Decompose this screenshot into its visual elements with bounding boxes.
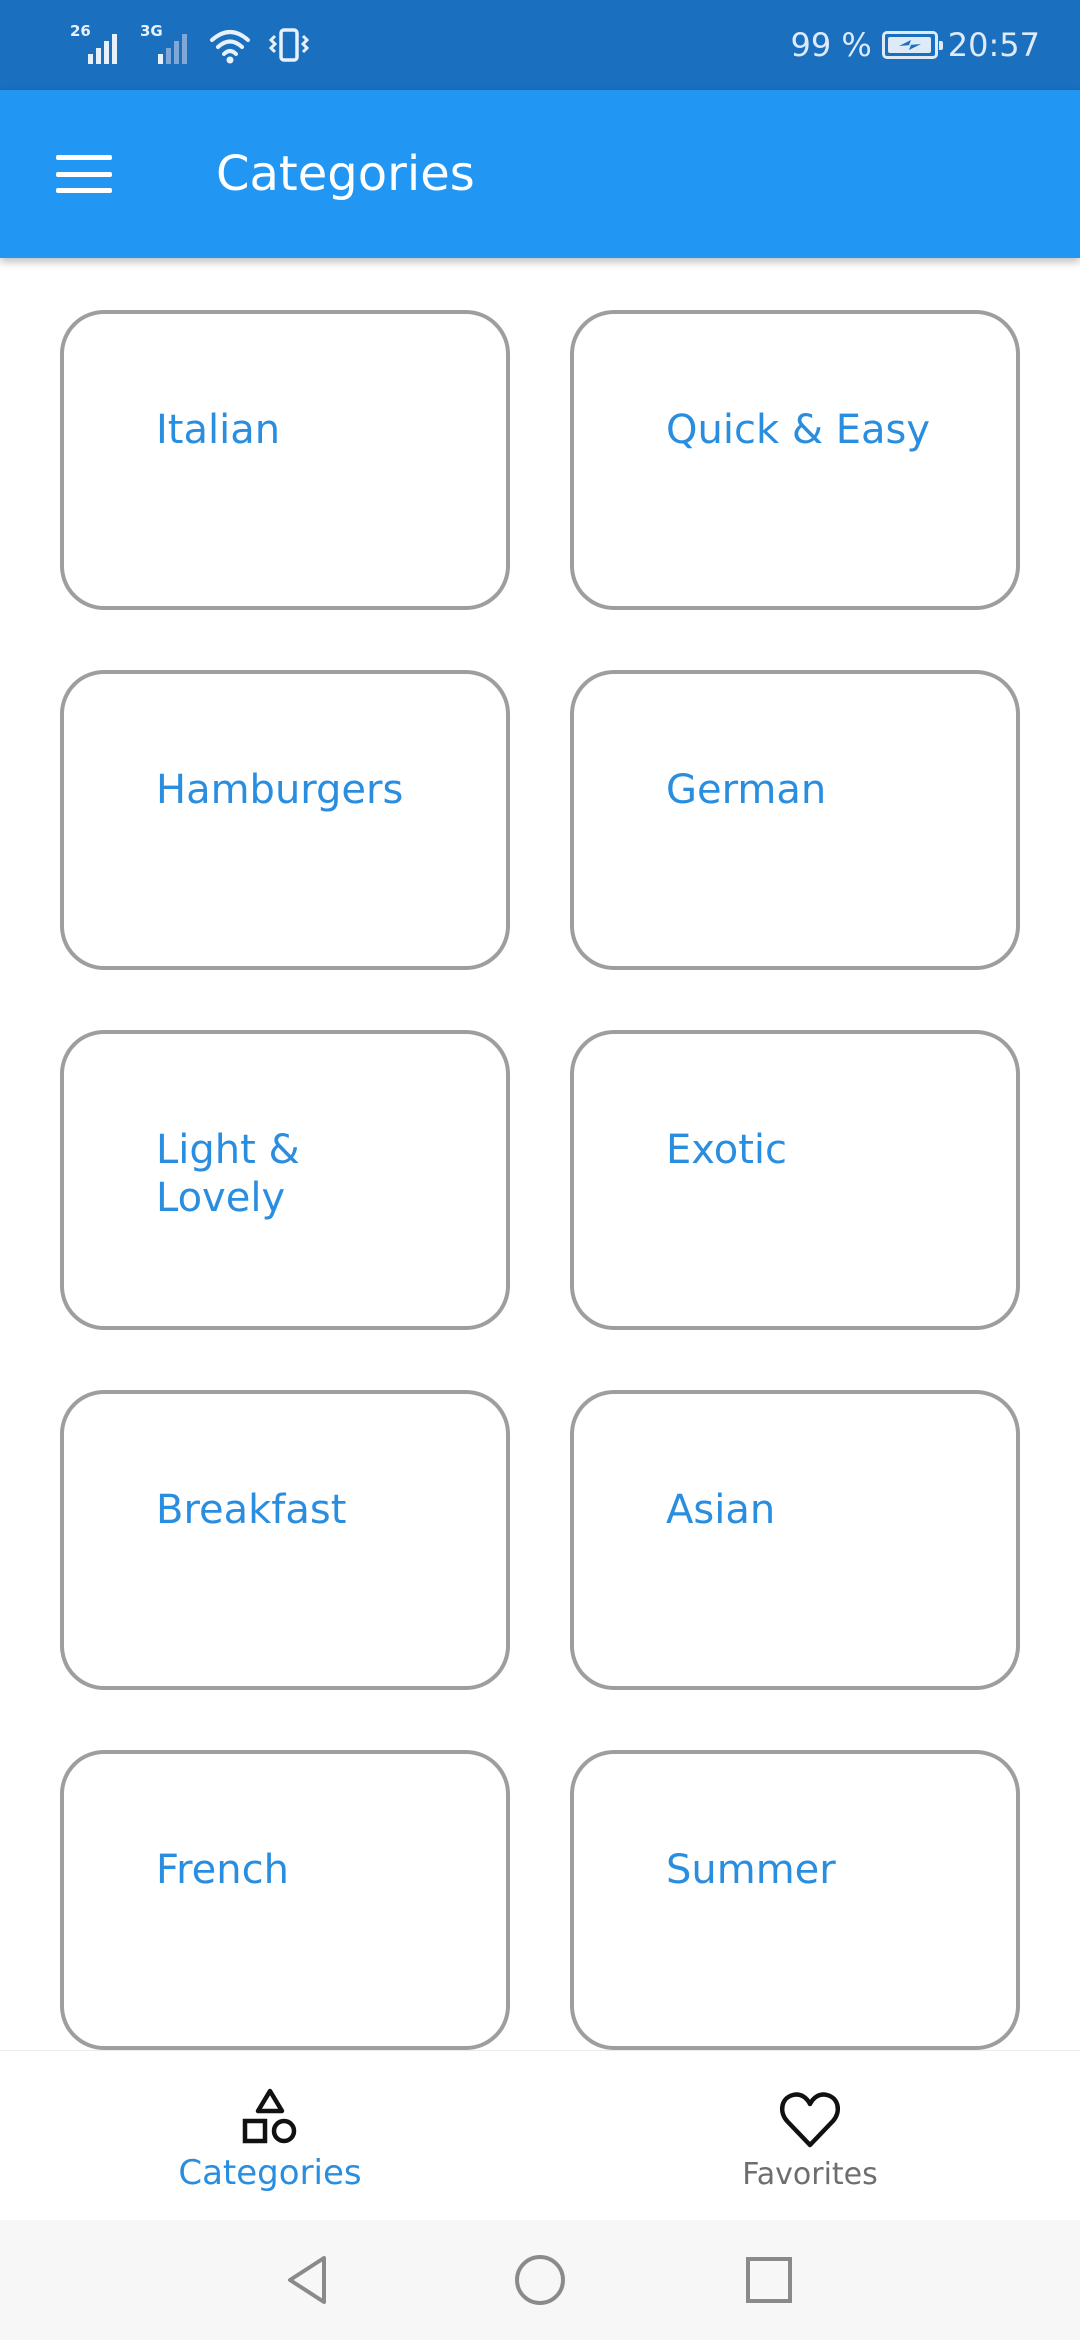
signal-strength-1: 26 (68, 24, 124, 66)
category-label: Light & Lovely (156, 1127, 300, 1221)
category-grid: Italian Quick & Easy Hamburgers German L… (60, 310, 1020, 2050)
category-card-summer[interactable]: Summer (570, 1750, 1020, 2050)
category-card-german[interactable]: German (570, 670, 1020, 970)
status-bar: 26 3G 99 % 20:57 (0, 0, 1080, 90)
category-card-asian[interactable]: Asian (570, 1390, 1020, 1690)
charging-bolt-icon (885, 34, 935, 56)
status-icons-right: 99 % 20:57 (790, 24, 1040, 66)
app-bar: Categories (0, 90, 1080, 258)
shapes-icon (242, 2088, 297, 2144)
network-type-label: 26 (70, 22, 91, 40)
category-card-quick-easy[interactable]: Quick & Easy (570, 310, 1020, 610)
category-card-hamburgers[interactable]: Hamburgers (60, 670, 510, 970)
category-card-light-lovely[interactable]: Light & Lovely (60, 1030, 510, 1330)
nav-tab-categories[interactable]: Categories (0, 2051, 540, 2221)
nav-label: Favorites (742, 2157, 878, 2192)
home-circle-icon[interactable] (510, 2250, 570, 2310)
bottom-navigation: Categories Favorites (0, 2050, 1080, 2221)
category-label: Hamburgers (156, 767, 404, 813)
heart-outline-icon (779, 2092, 841, 2148)
battery-icon (881, 31, 943, 59)
status-icons-left: 26 3G (68, 24, 312, 66)
vibrate-icon (268, 28, 310, 62)
category-card-exotic[interactable]: Exotic (570, 1030, 1020, 1330)
category-label: Exotic (666, 1127, 787, 1173)
category-card-breakfast[interactable]: Breakfast (60, 1390, 510, 1690)
category-label: German (666, 767, 827, 813)
category-label: Italian (156, 407, 281, 453)
category-card-french[interactable]: French (60, 1750, 510, 2050)
system-navigation-bar (0, 2220, 1080, 2340)
recents-square-icon[interactable] (739, 2250, 799, 2310)
category-label: Asian (666, 1487, 776, 1533)
wifi-icon (210, 30, 250, 64)
page-title: Categories (216, 146, 475, 202)
hamburger-menu-icon (56, 155, 112, 193)
signal-strength-2: 3G (138, 24, 194, 66)
category-card-italian[interactable]: Italian (60, 310, 510, 610)
category-label: Summer (666, 1847, 836, 1893)
battery-percentage: 99 % (790, 26, 872, 64)
category-label: French (156, 1847, 289, 1893)
menu-button[interactable] (40, 134, 128, 214)
category-label: Breakfast (156, 1487, 347, 1533)
category-label: Quick & Easy (666, 407, 931, 453)
back-triangle-icon[interactable] (278, 2250, 338, 2310)
clock: 20:57 (947, 26, 1040, 64)
nav-label: Categories (178, 2153, 362, 2193)
nav-tab-favorites[interactable]: Favorites (540, 2051, 1080, 2221)
network-type-label: 3G (140, 22, 163, 40)
